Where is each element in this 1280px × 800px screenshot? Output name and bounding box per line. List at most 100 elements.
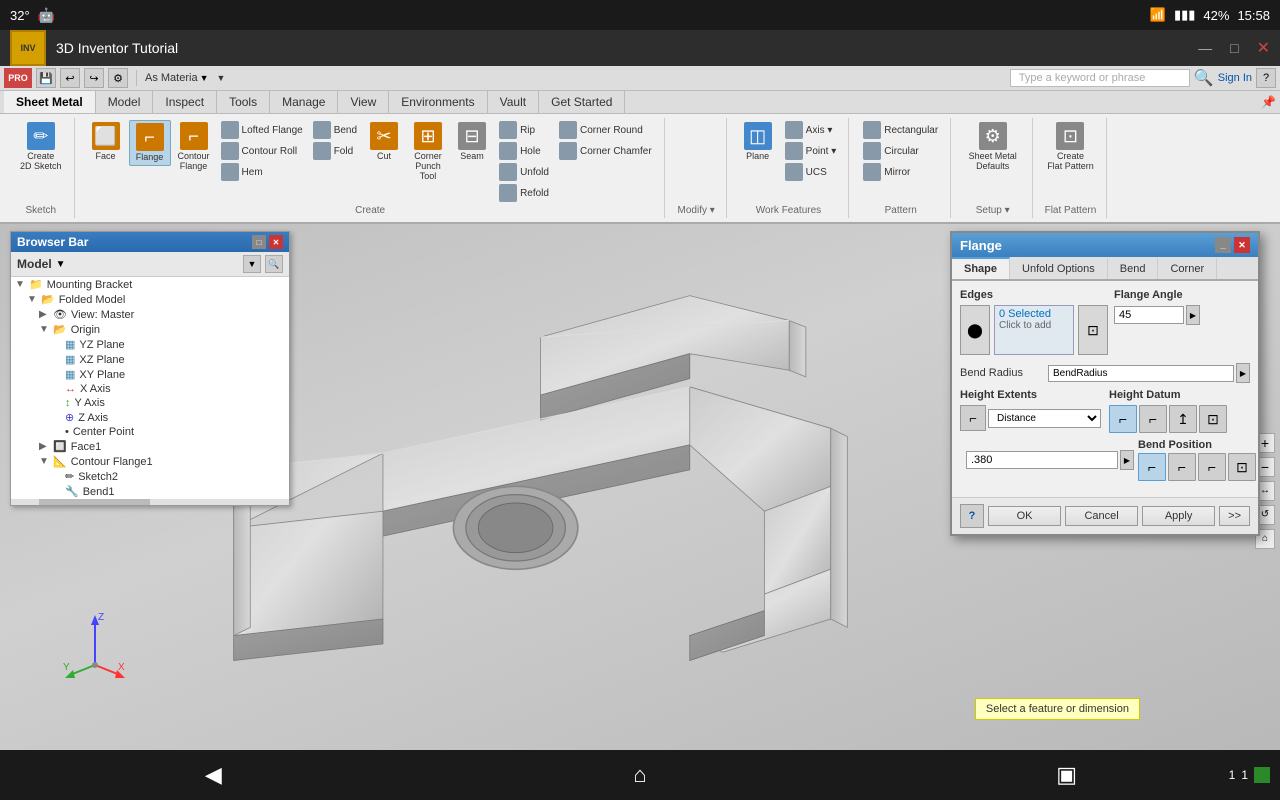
qat-undo[interactable]: ↩ bbox=[60, 68, 80, 88]
edge-selector-btn-1[interactable]: ⬤ bbox=[960, 305, 990, 355]
tree-item-folded-model[interactable]: ▼ 📂 Folded Model bbox=[11, 292, 289, 307]
browser-toolbar-filter[interactable]: ▼ bbox=[243, 255, 261, 273]
nav-home-btn[interactable]: ⌂ bbox=[610, 755, 670, 795]
contour-roll-btn[interactable]: Contour Roll bbox=[217, 141, 307, 161]
bend-pos-btn-2[interactable]: ⌐ bbox=[1168, 453, 1196, 481]
height-extents-select[interactable]: Distance bbox=[988, 409, 1101, 428]
fold-btn[interactable]: Fold bbox=[309, 141, 361, 161]
help-btn[interactable]: ? bbox=[1256, 68, 1276, 88]
minimize-icon[interactable]: — bbox=[1198, 40, 1212, 56]
corner-round-btn[interactable]: Corner Round bbox=[555, 120, 656, 140]
tab-manage[interactable]: Manage bbox=[270, 91, 338, 113]
search-box[interactable]: Type a keyword or phrase bbox=[1010, 69, 1190, 87]
tree-item-center-point[interactable]: ▶ • Center Point bbox=[11, 425, 289, 439]
tree-item-sketch2[interactable]: ▶ ✏ Sketch2 bbox=[11, 469, 289, 484]
tree-item-y-axis[interactable]: ▶ ↕ Y Axis bbox=[11, 396, 289, 410]
file-menu-btn[interactable]: PRO bbox=[4, 68, 32, 88]
refold-btn[interactable]: Refold bbox=[495, 183, 553, 203]
bend-pos-btn-3[interactable]: ⌐ bbox=[1198, 453, 1226, 481]
height-datum-btn-4[interactable]: ⊡ bbox=[1199, 405, 1227, 433]
bend-btn[interactable]: Bend bbox=[309, 120, 361, 140]
rectangular-btn[interactable]: Rectangular bbox=[859, 120, 942, 140]
seam-btn[interactable]: ⊟ Seam bbox=[451, 120, 493, 164]
dialog-more-btn[interactable]: >> bbox=[1219, 506, 1250, 526]
rip-btn[interactable]: Rip bbox=[495, 120, 553, 140]
tab-unfold-options[interactable]: Unfold Options bbox=[1010, 257, 1108, 279]
tree-item-face1[interactable]: ▶ 🔲 Face1 bbox=[11, 439, 289, 454]
hem-btn[interactable]: Hem bbox=[217, 162, 307, 182]
tree-item-bend1[interactable]: ▶ 🔧 Bend1 bbox=[11, 484, 289, 499]
height-value-input[interactable]: .380 bbox=[966, 451, 1118, 469]
tree-item-yz-plane[interactable]: ▶ ▦ YZ Plane bbox=[11, 337, 289, 352]
axis-btn[interactable]: Axis ▾ bbox=[781, 120, 841, 140]
face-btn[interactable]: ⬜ Face bbox=[85, 120, 127, 164]
tab-bend[interactable]: Bend bbox=[1108, 257, 1159, 279]
plane-btn[interactable]: ◫ Plane bbox=[737, 120, 779, 164]
tab-get-started[interactable]: Get Started bbox=[539, 91, 625, 113]
mirror-btn[interactable]: Mirror bbox=[859, 162, 942, 182]
create-2d-sketch-btn[interactable]: ✏ Create2D Sketch bbox=[16, 120, 66, 174]
close-icon[interactable]: ✕ bbox=[1257, 38, 1270, 58]
flange-angle-input[interactable] bbox=[1114, 306, 1184, 324]
tree-item-xy-plane[interactable]: ▶ ▦ XY Plane bbox=[11, 367, 289, 382]
tab-inspect[interactable]: Inspect bbox=[153, 91, 217, 113]
tab-tools[interactable]: Tools bbox=[217, 91, 270, 113]
signin-btn[interactable]: Sign In bbox=[1218, 72, 1252, 84]
nav-back-btn[interactable]: ◀ bbox=[183, 755, 243, 795]
sheet-metal-defaults-btn[interactable]: ⚙ Sheet MetalDefaults bbox=[965, 120, 1021, 174]
tree-item-mounting-bracket[interactable]: ▼ 📁 Mounting Bracket bbox=[11, 277, 289, 292]
height-value-arrow[interactable]: ▶ bbox=[1120, 450, 1134, 470]
ucs-btn[interactable]: UCS bbox=[781, 162, 841, 182]
tab-vault[interactable]: Vault bbox=[488, 91, 539, 113]
dialog-ok-btn[interactable]: OK bbox=[988, 506, 1061, 526]
dialog-close-btn[interactable]: ✕ bbox=[1234, 237, 1250, 253]
bend-pos-btn-1[interactable]: ⌐ bbox=[1138, 453, 1166, 481]
lofted-flange-btn[interactable]: Lofted Flange bbox=[217, 120, 307, 140]
tab-sheet-metal[interactable]: Sheet Metal bbox=[4, 91, 96, 113]
corner-chamfer-btn[interactable]: Corner Chamfer bbox=[555, 141, 656, 161]
dialog-help-btn[interactable]: ? bbox=[960, 504, 984, 528]
tab-view[interactable]: View bbox=[338, 91, 389, 113]
corner-punch-btn[interactable]: ⊞ CornerPunchTool bbox=[407, 120, 449, 184]
height-datum-btn-1[interactable]: ⌐ bbox=[1109, 405, 1137, 433]
flange-btn[interactable]: ⌐ Flange bbox=[129, 120, 171, 166]
cut-btn[interactable]: ✂ Cut bbox=[363, 120, 405, 164]
tree-item-view-master[interactable]: ▶ 👁 View: Master bbox=[11, 307, 289, 322]
tab-corner[interactable]: Corner bbox=[1158, 257, 1217, 279]
tree-item-x-axis[interactable]: ▶ ↔ X Axis bbox=[11, 382, 289, 396]
dialog-min-btn[interactable]: _ bbox=[1215, 237, 1231, 253]
point-btn[interactable]: Point ▾ bbox=[781, 141, 841, 161]
material-selector[interactable]: As Materia ▼ bbox=[145, 72, 209, 84]
unfold-btn[interactable]: Unfold bbox=[495, 162, 553, 182]
nav-recent-btn[interactable]: ▣ bbox=[1037, 755, 1097, 795]
tree-item-origin[interactable]: ▼ 📂 Origin bbox=[11, 322, 289, 337]
height-datum-btn-2[interactable]: ⌐ bbox=[1139, 405, 1167, 433]
bend-radius-input[interactable] bbox=[1048, 365, 1234, 382]
bend-pos-btn-4[interactable]: ⊡ bbox=[1228, 453, 1256, 481]
search-btn[interactable]: 🔍 bbox=[1194, 68, 1214, 88]
browser-close-btn[interactable]: ✕ bbox=[269, 235, 283, 249]
dialog-cancel-btn[interactable]: Cancel bbox=[1065, 506, 1138, 526]
flange-angle-arrow[interactable]: ▶ bbox=[1186, 305, 1200, 325]
tree-item-xz-plane[interactable]: ▶ ▦ XZ Plane bbox=[11, 352, 289, 367]
tab-pin[interactable]: 📌 bbox=[1257, 91, 1280, 113]
browser-restore-btn[interactable]: □ bbox=[252, 235, 266, 249]
hole-btn[interactable]: Hole bbox=[495, 141, 553, 161]
circular-btn[interactable]: Circular bbox=[859, 141, 942, 161]
height-datum-btn-3[interactable]: ↥ bbox=[1169, 405, 1197, 433]
maximize-icon[interactable]: □ bbox=[1230, 40, 1238, 56]
tab-model[interactable]: Model bbox=[96, 91, 154, 113]
model-dropdown-arrow[interactable]: ▼ bbox=[56, 259, 66, 270]
edge-selector-btn-2[interactable]: ⊡ bbox=[1078, 305, 1108, 355]
qat-misc[interactable]: ⚙ bbox=[108, 68, 128, 88]
dialog-apply-btn[interactable]: Apply bbox=[1142, 506, 1215, 526]
color-selector[interactable]: ▼ bbox=[217, 73, 226, 83]
qat-save[interactable]: 💾 bbox=[36, 68, 56, 88]
qat-redo[interactable]: ↪ bbox=[84, 68, 104, 88]
create-flat-pattern-btn[interactable]: ⊡ CreateFlat Pattern bbox=[1043, 120, 1098, 174]
contour-flange-btn[interactable]: ⌐ ContourFlange bbox=[173, 120, 215, 174]
tab-environments[interactable]: Environments bbox=[389, 91, 487, 113]
tree-item-z-axis[interactable]: ▶ ⊕ Z Axis bbox=[11, 410, 289, 425]
browser-toolbar-search[interactable]: 🔍 bbox=[265, 255, 283, 273]
tree-item-contour-flange1[interactable]: ▼ 📐 Contour Flange1 bbox=[11, 454, 289, 469]
